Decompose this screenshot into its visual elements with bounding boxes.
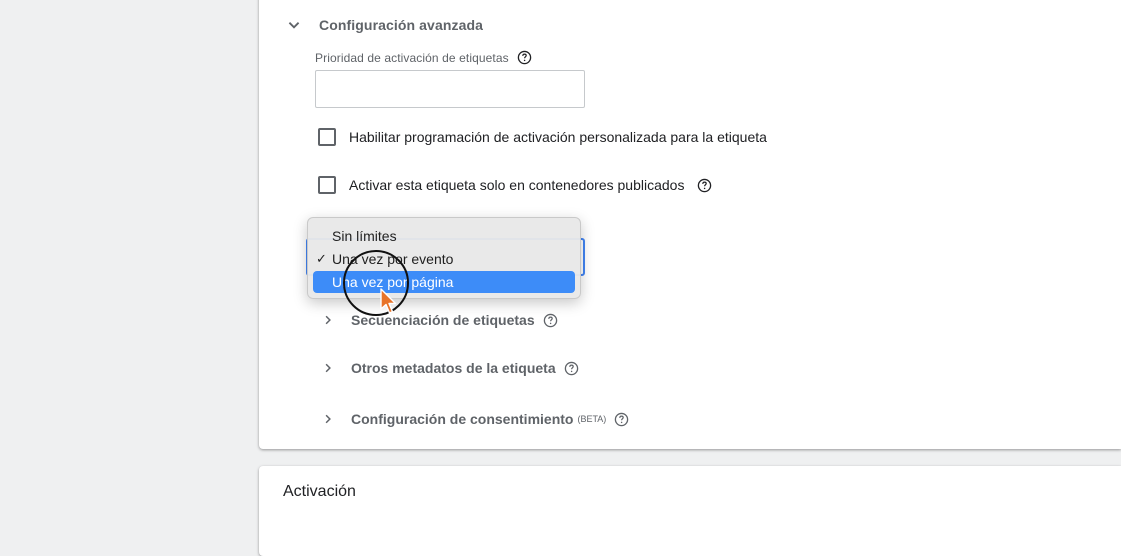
priority-label: Prioridad de activación de etiquetas <box>315 50 532 65</box>
beta-badge: (BETA) <box>577 414 607 424</box>
published-only-label: Activar esta etiqueta solo en contenedor… <box>349 177 685 193</box>
custom-schedule-checkbox-row[interactable]: Habilitar programación de activación per… <box>318 128 767 146</box>
consent-settings-row[interactable]: Configuración de consentimiento (BETA) <box>319 410 629 428</box>
option-unlimited-label: Sin límites <box>332 228 397 244</box>
advanced-settings-header[interactable]: Configuración avanzada <box>283 14 483 36</box>
other-metadata-label: Otros metadatos de la etiqueta <box>351 360 556 376</box>
help-icon[interactable] <box>517 50 532 65</box>
chevron-down-icon <box>288 22 300 29</box>
help-icon[interactable] <box>543 313 558 328</box>
activation-title: Activación <box>283 483 356 500</box>
priority-input[interactable] <box>315 70 585 108</box>
published-only-checkbox[interactable] <box>318 176 336 194</box>
tag-sequencing-label: Secuenciación de etiquetas <box>351 312 535 328</box>
consent-settings-label: Configuración de consentimiento <box>351 411 574 427</box>
option-once-per-event[interactable]: ✓ Una vez por evento <box>313 248 575 270</box>
help-icon[interactable] <box>697 178 712 193</box>
chevron-right-icon <box>325 414 331 424</box>
option-once-per-page-label: Una vez por página <box>332 274 454 290</box>
published-only-checkbox-row[interactable]: Activar esta etiqueta solo en contenedor… <box>318 176 712 194</box>
help-icon[interactable] <box>564 361 579 376</box>
checkmark-icon: ✓ <box>316 251 327 266</box>
custom-schedule-checkbox[interactable] <box>318 128 336 146</box>
custom-schedule-label: Habilitar programación de activación per… <box>349 129 767 145</box>
advanced-settings-title: Configuración avanzada <box>319 17 484 33</box>
priority-label-text: Prioridad de activación de etiquetas <box>315 50 509 65</box>
activation-card <box>259 466 1121 556</box>
other-metadata-row[interactable]: Otros metadatos de la etiqueta <box>319 359 579 377</box>
option-once-per-event-label: Una vez por evento <box>332 251 454 267</box>
help-icon[interactable] <box>614 412 629 427</box>
tag-sequencing-row[interactable]: Secuenciación de etiquetas <box>319 311 558 329</box>
option-unlimited[interactable]: Sin límites <box>313 225 575 247</box>
chevron-right-icon <box>325 363 331 373</box>
option-once-per-page[interactable]: Una vez por página <box>313 271 575 293</box>
firing-options-dropdown[interactable]: Sin límites ✓ Una vez por evento Una vez… <box>307 217 581 299</box>
chevron-right-icon <box>325 315 331 325</box>
